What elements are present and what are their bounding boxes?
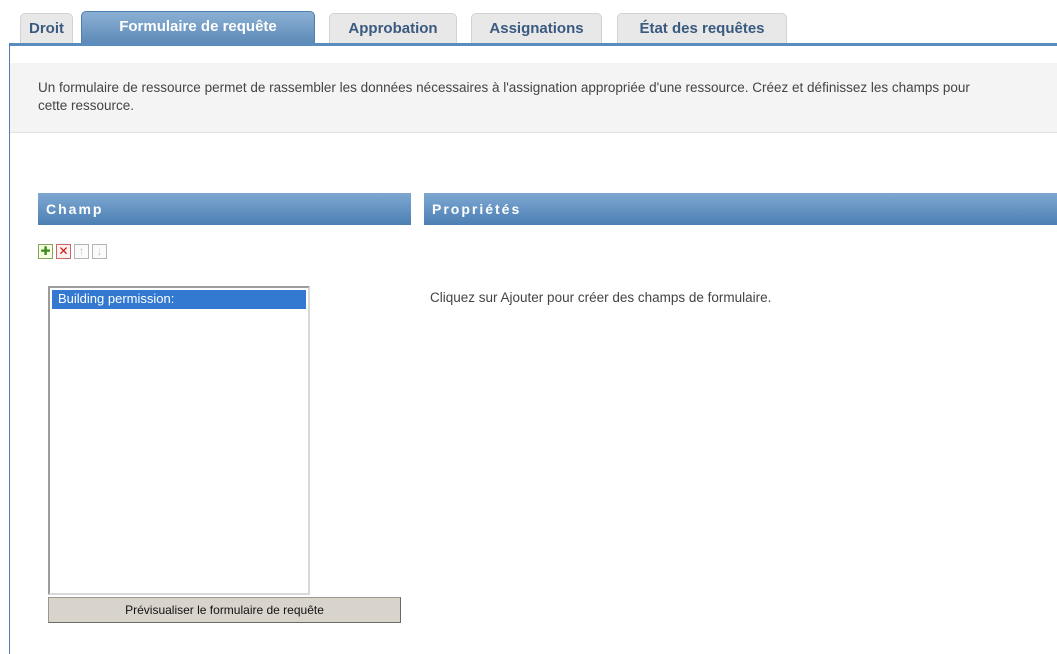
description-text: Un formulaire de ressource permet de ras… — [38, 80, 970, 113]
panel-left-border — [9, 43, 10, 654]
delete-icon[interactable]: ✕ — [56, 244, 71, 259]
tab-underline — [9, 43, 1057, 46]
tab-droit[interactable]: Droit — [20, 13, 73, 43]
field-list[interactable]: Building permission: — [48, 286, 310, 595]
tab-assignations[interactable]: Assignations — [471, 13, 602, 43]
move-down-icon[interactable]: ↓ — [92, 244, 107, 259]
properties-panel-header: Propriétés — [424, 193, 1057, 225]
field-panel-header: Champ — [38, 193, 411, 225]
move-up-icon[interactable]: ↑ — [74, 244, 89, 259]
tab-formulaire-de-requete[interactable]: Formulaire de requête — [81, 11, 315, 43]
tab-approbation[interactable]: Approbation — [329, 13, 457, 43]
preview-form-button[interactable]: Prévisualiser le formulaire de requête — [48, 597, 401, 623]
description-panel: Un formulaire de ressource permet de ras… — [10, 63, 1057, 133]
properties-hint: Cliquez sur Ajouter pour créer des champ… — [430, 290, 772, 305]
add-icon[interactable]: ✚ — [38, 244, 53, 259]
list-item[interactable]: Building permission: — [52, 290, 306, 309]
tab-etat-des-requetes[interactable]: État des requêtes — [617, 13, 787, 43]
